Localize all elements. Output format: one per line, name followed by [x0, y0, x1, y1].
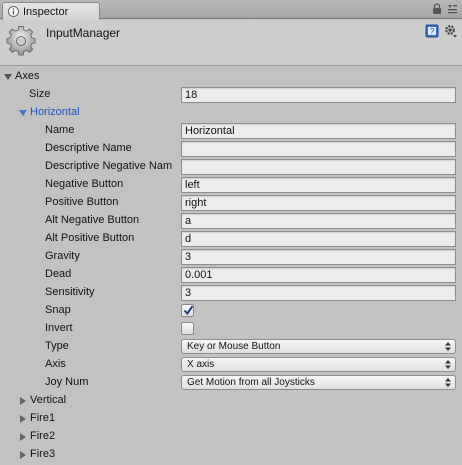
svg-text:?: ?	[430, 27, 435, 36]
expanded-triangle-icon[interactable]	[4, 73, 12, 81]
property-row: Positive Button right	[0, 194, 462, 212]
axis-entry-label: Fire3	[30, 448, 56, 460]
dead-label: Dead	[45, 268, 72, 280]
joy-num-value: Get Motion from all Joysticks	[187, 377, 315, 388]
horizontal-label: Horizontal	[30, 106, 80, 118]
collapsed-triangle-icon[interactable]	[19, 397, 27, 405]
info-icon	[8, 6, 19, 17]
snap-row: Snap	[0, 302, 462, 320]
settings-cog-icon[interactable]	[444, 24, 458, 38]
size-label: Size	[29, 88, 51, 100]
descriptive-negative-name-label: Descriptive Negative Nam	[45, 160, 173, 172]
property-row: Alt Negative Button a	[0, 212, 462, 230]
type-value: Key or Mouse Button	[187, 341, 281, 352]
collapsed-triangle-icon[interactable]	[19, 415, 27, 423]
axis-label: Axis	[45, 358, 66, 370]
size-field[interactable]: 18	[181, 87, 456, 103]
property-row: Name Horizontal	[0, 122, 462, 140]
help-book-icon[interactable]: ?	[425, 24, 439, 38]
joy-num-dropdown[interactable]: Get Motion from all Joysticks	[181, 375, 456, 390]
snap-label: Snap	[45, 304, 71, 316]
vertical-foldout[interactable]: Vertical	[0, 392, 462, 410]
fire1-foldout[interactable]: Fire1	[0, 410, 462, 428]
inspector-tab[interactable]: Inspector	[2, 2, 100, 20]
dropdown-arrows-icon	[445, 378, 451, 387]
name-field[interactable]: Horizontal	[181, 123, 456, 139]
descriptive-name-field[interactable]	[181, 141, 456, 157]
descriptive-negative-name-field[interactable]	[181, 159, 456, 175]
alt-negative-button-label: Alt Negative Button	[45, 214, 140, 226]
axis-row: Axis X axis	[0, 356, 462, 374]
property-row: Negative Button left	[0, 176, 462, 194]
snap-checkbox[interactable]	[181, 304, 194, 317]
name-label: Name	[45, 124, 75, 136]
axes-foldout[interactable]: Axes	[0, 68, 462, 86]
axis-entry-label: Fire2	[30, 430, 56, 442]
axis-entry-label: Vertical	[30, 394, 67, 406]
descriptive-name-label: Descriptive Name	[45, 142, 132, 154]
tab-menu-icon[interactable]	[447, 3, 458, 15]
gravity-label: Gravity	[45, 250, 80, 262]
negative-button-field[interactable]: left	[181, 177, 456, 193]
property-row: Dead 0.001	[0, 266, 462, 284]
gravity-field[interactable]: 3	[181, 249, 456, 265]
positive-button-label: Positive Button	[45, 196, 119, 208]
gear-icon	[6, 26, 36, 56]
fire2-foldout[interactable]: Fire2	[0, 428, 462, 446]
axes-label: Axes	[15, 70, 40, 82]
axis-dropdown[interactable]: X axis	[181, 357, 456, 372]
size-row: Size 18	[0, 86, 462, 104]
joy-num-row: Joy Num Get Motion from all Joysticks	[0, 374, 462, 392]
property-row: Alt Positive Button d	[0, 230, 462, 248]
checkmark-icon	[183, 305, 194, 316]
dropdown-arrows-icon	[445, 360, 451, 369]
alt-positive-button-label: Alt Positive Button	[45, 232, 135, 244]
axis-entry-label: Fire1	[30, 412, 56, 424]
inspector-header: InputManager ?	[0, 20, 462, 66]
property-row: Gravity 3	[0, 248, 462, 266]
alt-positive-button-field[interactable]: d	[181, 231, 456, 247]
invert-label: Invert	[45, 322, 73, 334]
property-row: Descriptive Name	[0, 140, 462, 158]
sensitivity-field[interactable]: 3	[181, 285, 456, 301]
property-row: Descriptive Negative Nam	[0, 158, 462, 176]
positive-button-field[interactable]: right	[181, 195, 456, 211]
lock-icon[interactable]	[432, 3, 442, 15]
alt-negative-button-field[interactable]: a	[181, 213, 456, 229]
tab-label: Inspector	[23, 5, 69, 18]
axis-value: X axis	[187, 359, 215, 370]
type-label: Type	[45, 340, 69, 352]
type-dropdown[interactable]: Key or Mouse Button	[181, 339, 456, 354]
property-row: Sensitivity 3	[0, 284, 462, 302]
invert-checkbox[interactable]	[181, 322, 194, 335]
horizontal-foldout[interactable]: Horizontal	[0, 104, 462, 122]
invert-row: Invert	[0, 320, 462, 338]
joy-num-label: Joy Num	[45, 376, 89, 388]
expanded-triangle-icon[interactable]	[19, 109, 27, 117]
collapsed-triangle-icon[interactable]	[19, 451, 27, 459]
fire3-foldout[interactable]: Fire3	[0, 446, 462, 464]
object-title: InputManager	[46, 26, 121, 40]
negative-button-label: Negative Button	[45, 178, 124, 190]
sensitivity-label: Sensitivity	[45, 286, 95, 298]
tab-bar: Inspector	[0, 0, 462, 20]
type-row: Type Key or Mouse Button	[0, 338, 462, 356]
dead-field[interactable]: 0.001	[181, 267, 456, 283]
dropdown-arrows-icon	[445, 342, 451, 351]
collapsed-triangle-icon[interactable]	[19, 433, 27, 441]
